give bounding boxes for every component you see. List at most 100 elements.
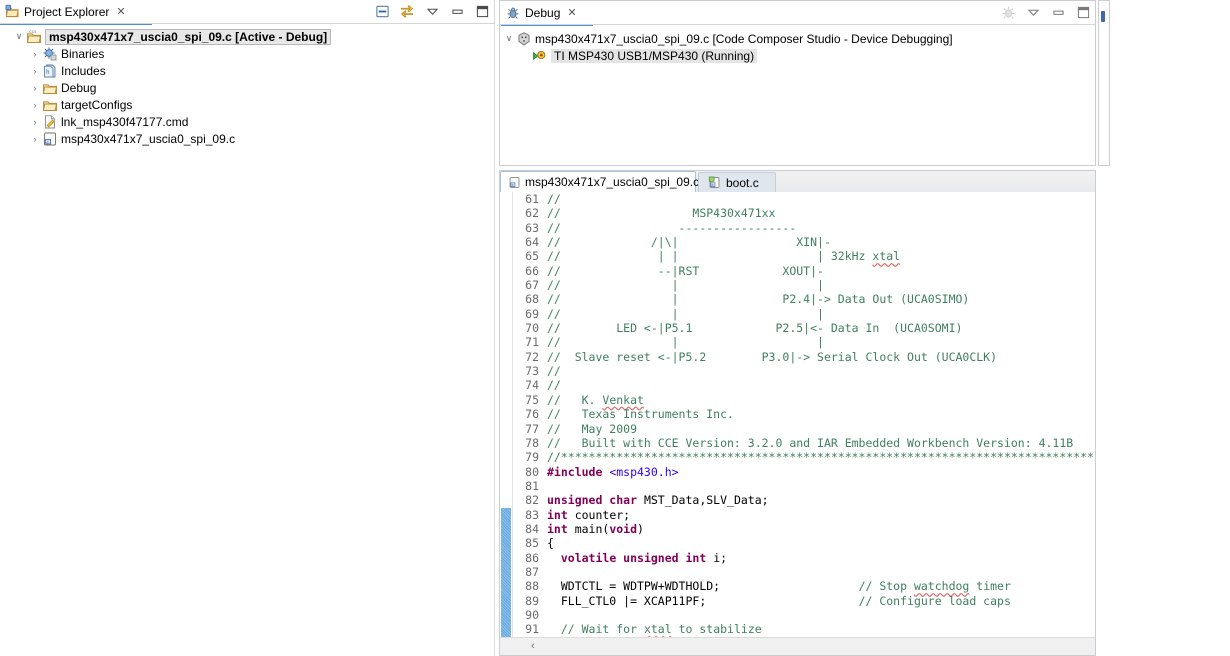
twisty-collapsed-icon[interactable]: › — [28, 134, 42, 144]
debug-tree-item-launch[interactable]: ∨ msp430x471x7_uscia0_spi_09.c [Code Com… — [500, 30, 1095, 47]
line-number: 72 — [525, 349, 539, 364]
project-explorer-tab-label: Project Explorer — [24, 4, 110, 19]
code-line[interactable]: 62 // MSP430x471xx — [513, 206, 1095, 220]
tree-item-targetconfigs[interactable]: › targetConfigs — [0, 96, 494, 113]
line-number: 86 — [525, 550, 539, 565]
code-line[interactable]: 66 // --|RST XOUT|- — [513, 264, 1095, 278]
line-number: 69 — [525, 306, 539, 321]
tab-debug[interactable]: Debug ✕ — [501, 1, 593, 26]
tree-label-debug: Debug — [61, 80, 97, 95]
changed-lines-marker — [501, 507, 511, 637]
scroll-left-icon[interactable]: ‹ — [531, 640, 535, 652]
code-line[interactable]: 78 // Built with CCE Version: 3.2.0 and I… — [513, 436, 1095, 450]
code-line[interactable]: 83 int counter; — [513, 508, 1095, 522]
code-line[interactable]: 81 — [513, 479, 1095, 493]
editor-tab-bootc[interactable]: c boot.c — [698, 172, 776, 192]
code-line[interactable]: 74 // — [513, 378, 1095, 392]
code-token: // | | — [547, 306, 824, 321]
code-line[interactable]: 88 WDTCTL = WDTPW+WDTHOLD; // Stop watch… — [513, 579, 1095, 593]
svg-text:c: c — [511, 182, 513, 186]
c-file-icon: c — [508, 174, 521, 190]
debug-tree-item-thread[interactable]: TI MSP430 USB1/MSP430 (Running) — [500, 47, 1095, 64]
project-tree[interactable]: ∨ ccs msp430x471x7_uscia0_spi_09.c [Acti… — [0, 28, 494, 656]
code-token: xtal — [643, 622, 672, 637]
tree-label-includes: Includes — [61, 63, 106, 78]
close-icon[interactable]: ✕ — [567, 6, 576, 19]
link-with-editor-icon[interactable] — [399, 3, 415, 19]
editor-tab-active[interactable]: c msp430x471x7_uscia0_spi_09.c ✕ — [500, 171, 714, 193]
code-line[interactable]: 79 //************************************… — [513, 450, 1095, 464]
code-line[interactable]: 82 unsigned char MST_Data,SLV_Data; — [513, 493, 1095, 507]
code-token: // Stop — [858, 579, 914, 594]
horizontal-scrollbar[interactable]: ‹ — [500, 637, 1095, 655]
folder-icon — [42, 80, 58, 96]
code-line[interactable]: 90 — [513, 608, 1095, 622]
debug-icon — [505, 5, 521, 21]
view-menu-icon[interactable] — [424, 3, 440, 19]
code-line[interactable]: 68 // | P2.4|-> Data Out (UCA0SIMO) — [513, 292, 1095, 306]
tree-item-includes[interactable]: › h Includes — [0, 62, 494, 79]
code-line[interactable]: 85 { — [513, 536, 1095, 550]
code-line[interactable]: 67 // | | — [513, 278, 1095, 292]
twisty-expanded-icon[interactable]: ∨ — [502, 33, 516, 44]
svg-text:c: c — [46, 140, 49, 145]
code-token: FLL_CTL0 |= XCAP11PF; — [547, 593, 859, 608]
tree-item-debug[interactable]: › Debug — [0, 79, 494, 96]
code-token: i; — [713, 550, 728, 565]
code-line[interactable]: 89 FLL_CTL0 |= XCAP11PF; // Configure lo… — [513, 594, 1095, 608]
line-number: 64 — [525, 235, 539, 250]
tree-item-binaries[interactable]: › Binaries — [0, 45, 494, 62]
code-line[interactable]: 76 // Texas Instruments Inc. — [513, 407, 1095, 421]
code-token: // — [547, 192, 561, 206]
code-line[interactable]: 64 // /|\| XIN|- — [513, 235, 1095, 249]
debug-view-menu-disabled-icon — [1000, 4, 1016, 20]
code-line[interactable]: 72 // Slave reset <-|P5.2 P3.0|-> Serial … — [513, 350, 1095, 364]
code-line[interactable]: 63 // ----------------- — [513, 221, 1095, 235]
collapse-all-icon[interactable] — [374, 3, 390, 19]
code-token: WDTCTL = WDTPW+WDTHOLD; — [547, 579, 859, 594]
code-line[interactable]: 75 // K. Venkat — [513, 393, 1095, 407]
minimize-icon[interactable] — [449, 3, 465, 19]
code-line[interactable]: 69 // | | — [513, 307, 1095, 321]
line-number: 76 — [525, 407, 539, 422]
tree-label-linker-cmd: lnk_msp430f47177.cmd — [61, 114, 189, 129]
code-line[interactable]: 84 int main(void) — [513, 522, 1095, 536]
code-token: // Slave reset <-|P5.2 P3.0|-> Serial Cl… — [547, 349, 998, 364]
line-number: 88 — [525, 579, 539, 594]
code-line[interactable]: 91 // Wait for xtal to stabilize — [513, 622, 1095, 636]
maximize-icon[interactable] — [1075, 4, 1091, 20]
twisty-expanded-icon[interactable]: ∨ — [12, 31, 26, 42]
code-line[interactable]: 87 — [513, 565, 1095, 579]
debug-tree[interactable]: ∨ msp430x471x7_uscia0_spi_09.c [Code Com… — [500, 30, 1095, 165]
twisty-collapsed-icon[interactable]: › — [28, 49, 42, 59]
twisty-collapsed-icon[interactable]: › — [28, 66, 42, 76]
right-empty-region — [1113, 0, 1230, 656]
code-line[interactable]: 65 // | | | 32kHz xtal — [513, 249, 1095, 263]
code-viewport[interactable]: 61 // 62 // MSP430x471xx 63 // --------------… — [500, 192, 1095, 637]
code-line[interactable]: 86 volatile unsigned int i; — [513, 551, 1095, 565]
code-line[interactable]: 73 // — [513, 364, 1095, 378]
close-icon[interactable]: ✕ — [116, 5, 125, 18]
code-token: timer — [969, 579, 1011, 594]
code-token: // May 2009 — [547, 421, 638, 436]
code-line[interactable]: 71 // | | — [513, 335, 1095, 349]
code-token: { — [547, 536, 554, 551]
code-line[interactable]: 61 // — [513, 192, 1095, 206]
source-code-text[interactable]: 61 // 62 // MSP430x471xx 63 // --------------… — [513, 192, 1095, 637]
view-menu-icon[interactable] — [1025, 4, 1041, 20]
code-token: int — [547, 507, 575, 522]
maximize-icon[interactable] — [474, 3, 490, 19]
twisty-collapsed-icon[interactable]: › — [28, 83, 42, 93]
code-line[interactable]: 80 #include <msp430.h> — [513, 465, 1095, 479]
minimize-icon[interactable] — [1050, 4, 1066, 20]
vertical-sash[interactable] — [494, 0, 495, 656]
tree-item-project[interactable]: ∨ ccs msp430x471x7_uscia0_spi_09.c [Acti… — [0, 28, 494, 45]
tree-item-linker-cmd[interactable]: › lnk_msp430f47177.cmd — [0, 113, 494, 130]
includes-icon: h — [42, 63, 58, 79]
code-line[interactable]: 70 // LED <-|P5.1 P2.5|<- Data In (UCA0SO… — [513, 321, 1095, 335]
twisty-collapsed-icon[interactable]: › — [28, 117, 42, 127]
tree-item-source-c[interactable]: › c msp430x471x7_uscia0_spi_09.c — [0, 130, 494, 147]
code-line[interactable]: 77 // May 2009 — [513, 422, 1095, 436]
tab-project-explorer[interactable]: Project Explorer ✕ — [0, 0, 152, 25]
twisty-collapsed-icon[interactable]: › — [28, 100, 42, 110]
